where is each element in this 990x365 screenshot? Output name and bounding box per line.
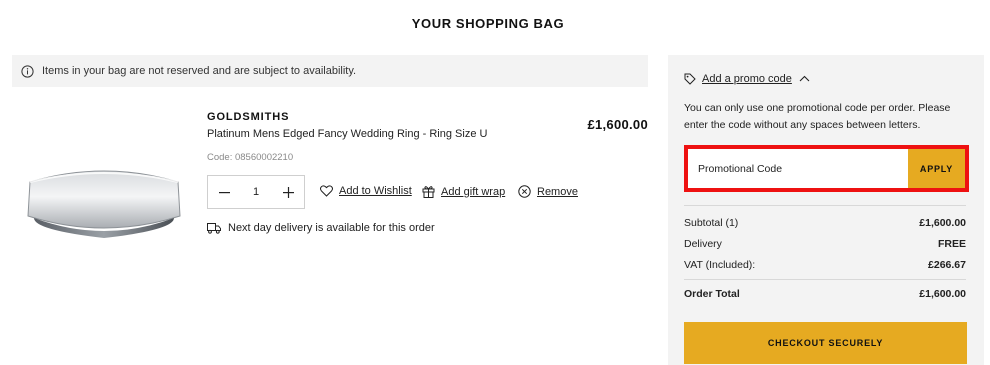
product-price: £1,600.00 bbox=[587, 117, 648, 132]
chevron-up-icon bbox=[799, 73, 810, 85]
summary-divider bbox=[684, 205, 966, 206]
availability-notice: Items in your bag are not reserved and a… bbox=[12, 55, 648, 87]
order-summary-panel: Add a promo code You can only use one pr… bbox=[668, 55, 984, 365]
promo-code-input[interactable] bbox=[688, 149, 908, 188]
delivery-info: Next day delivery is available for this … bbox=[207, 222, 435, 234]
product-brand: GOLDSMITHS bbox=[207, 111, 290, 123]
delivery-row: Delivery FREE bbox=[684, 238, 966, 250]
subtotal-label: Subtotal (1) bbox=[684, 217, 739, 229]
remove-label: Remove bbox=[537, 185, 578, 198]
promo-note: You can only use one promotional code pe… bbox=[684, 102, 951, 131]
product-code: Code: 08560002210 bbox=[207, 152, 294, 163]
promo-code-form: APPLY bbox=[684, 145, 969, 192]
order-total-label: Order Total bbox=[684, 288, 740, 300]
order-total-value: £1,600.00 bbox=[919, 288, 966, 300]
decrease-quantity-button[interactable] bbox=[208, 176, 240, 208]
gift-icon bbox=[422, 185, 435, 198]
delivery-label: Delivery bbox=[684, 238, 722, 250]
increase-quantity-button[interactable] bbox=[272, 176, 304, 208]
quantity-value[interactable]: 1 bbox=[240, 186, 272, 198]
subtotal-row: Subtotal (1) £1,600.00 bbox=[684, 217, 966, 229]
total-divider bbox=[684, 279, 966, 280]
info-icon bbox=[21, 64, 34, 78]
vat-label: VAT (Included): bbox=[684, 259, 756, 271]
promo-code-toggle[interactable]: Add a promo code bbox=[684, 73, 810, 85]
heart-icon bbox=[320, 185, 333, 197]
remove-item-link[interactable]: Remove bbox=[518, 185, 578, 198]
plus-icon bbox=[282, 186, 294, 198]
wishlist-label: Add to Wishlist bbox=[339, 185, 412, 197]
product-image[interactable] bbox=[24, 160, 184, 244]
quantity-stepper: 1 bbox=[207, 175, 305, 209]
add-gift-wrap-link[interactable]: Add gift wrap bbox=[422, 185, 505, 198]
truck-icon bbox=[207, 222, 221, 234]
delivery-value: FREE bbox=[937, 238, 966, 250]
vat-row: VAT (Included): £266.67 bbox=[684, 259, 966, 271]
close-circle-icon bbox=[518, 185, 531, 198]
minus-icon bbox=[218, 191, 230, 193]
vat-value: £266.67 bbox=[928, 259, 966, 271]
delivery-text: Next day delivery is available for this … bbox=[228, 222, 435, 234]
checkout-button[interactable]: CHECKOUT SECURELY bbox=[684, 322, 967, 364]
apply-promo-button[interactable]: APPLY bbox=[908, 149, 965, 188]
order-total-row: Order Total £1,600.00 bbox=[684, 288, 966, 300]
tag-icon bbox=[684, 73, 696, 85]
promo-toggle-label: Add a promo code bbox=[702, 73, 792, 85]
add-to-wishlist-link[interactable]: Add to Wishlist bbox=[320, 185, 412, 197]
page-title: YOUR SHOPPING BAG bbox=[411, 16, 565, 31]
subtotal-value: £1,600.00 bbox=[919, 217, 966, 229]
gift-wrap-label: Add gift wrap bbox=[441, 185, 506, 198]
product-name[interactable]: Platinum Mens Edged Fancy Wedding Ring -… bbox=[207, 128, 487, 140]
notice-text: Items in your bag are not reserved and a… bbox=[42, 65, 357, 77]
